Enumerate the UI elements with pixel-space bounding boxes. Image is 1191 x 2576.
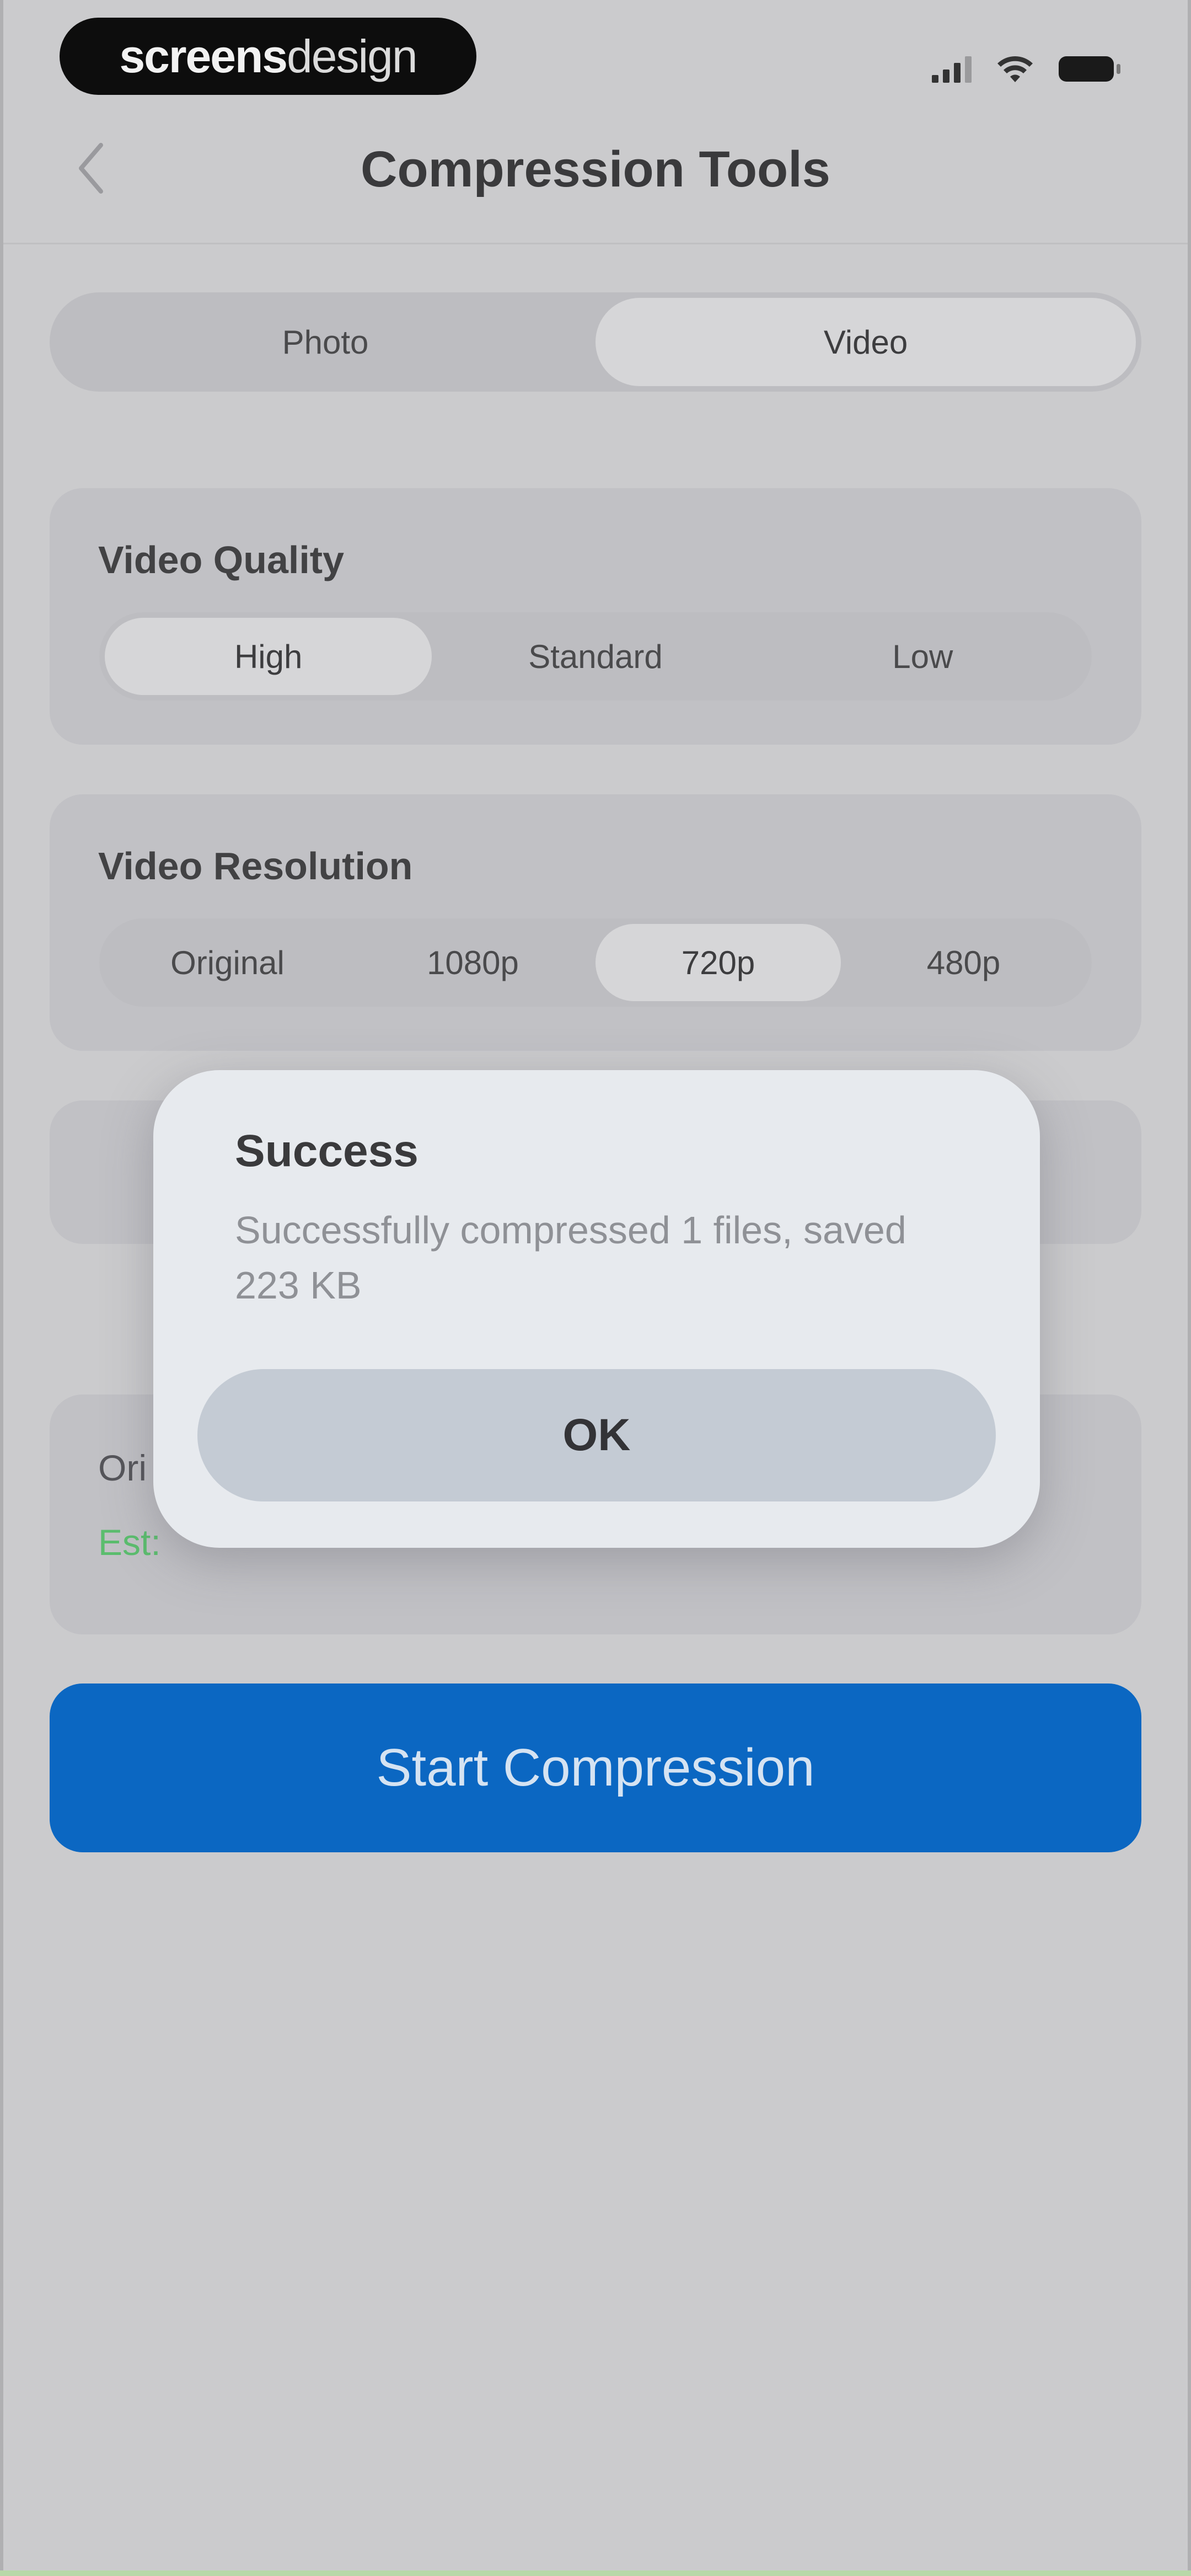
video-quality-selector: High Standard Low: [99, 612, 1092, 701]
ok-button[interactable]: OK: [197, 1369, 996, 1501]
quality-option-high[interactable]: High: [105, 618, 432, 695]
dialog-title: Success: [235, 1126, 419, 1176]
logo-text-bold: screens: [119, 30, 288, 82]
battery-icon: [1059, 56, 1120, 82]
success-dialog: Success Successfully compressed 1 files,…: [153, 1070, 1040, 1548]
video-quality-title: Video Quality: [98, 538, 345, 581]
video-quality-card: Video Quality High Standard Low: [50, 488, 1141, 745]
cellular-signal-icon: [932, 55, 972, 83]
logo-text-light: design: [287, 30, 418, 82]
video-resolution-card: Video Resolution Original 1080p 720p 480…: [50, 794, 1141, 1051]
resolution-option-480p[interactable]: 480p: [841, 924, 1086, 1001]
nav-divider: [3, 243, 1188, 244]
tab-photo[interactable]: Photo: [55, 298, 596, 386]
video-resolution-selector: Original 1080p 720p 480p: [99, 918, 1092, 1007]
resolution-option-1080p[interactable]: 1080p: [350, 924, 596, 1001]
screensdesign-logo: screens design: [60, 18, 476, 95]
dialog-message: Successfully compressed 1 files, saved 2…: [235, 1209, 906, 1307]
bottom-edge: [0, 2570, 1191, 2576]
resolution-option-original[interactable]: Original: [105, 924, 350, 1001]
wifi-icon: [997, 56, 1033, 82]
estimated-size-text: Est:: [98, 1522, 161, 1563]
video-resolution-title: Video Resolution: [98, 845, 413, 888]
original-size-text: Ori: [98, 1447, 147, 1488]
resolution-option-720p[interactable]: 720p: [596, 924, 841, 1001]
quality-option-low[interactable]: Low: [759, 618, 1086, 695]
status-icons: [932, 50, 1120, 88]
page-title: Compression Tools: [361, 141, 830, 197]
quality-option-standard[interactable]: Standard: [432, 618, 759, 695]
start-compression-button[interactable]: Start Compression: [50, 1684, 1141, 1852]
media-type-tabs: Photo Video: [50, 292, 1141, 392]
tab-video[interactable]: Video: [596, 298, 1136, 386]
